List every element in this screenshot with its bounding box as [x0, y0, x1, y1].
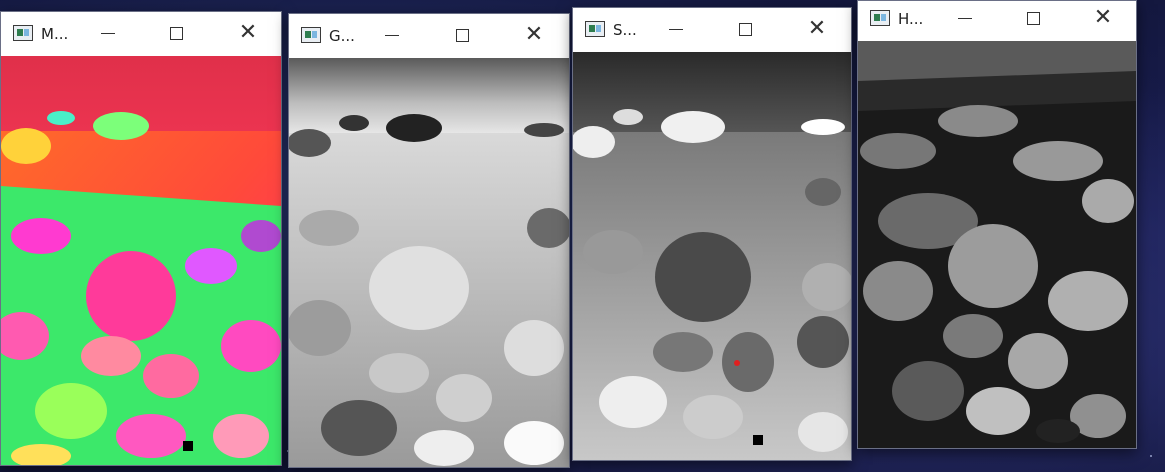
maximize-button[interactable]: [161, 20, 191, 46]
minimize-button[interactable]: [950, 5, 980, 31]
window-titlebar[interactable]: S... ✕: [573, 8, 851, 52]
image-window-hsv[interactable]: M... ✕: [0, 11, 282, 466]
maximize-icon: [1026, 11, 1040, 25]
image-canvas[interactable]: [289, 58, 569, 467]
image-window-hue[interactable]: H... ✕: [857, 0, 1137, 449]
saturation-image: [573, 52, 851, 460]
minimize-button[interactable]: [661, 16, 691, 42]
minimize-button[interactable]: [377, 22, 407, 48]
close-button[interactable]: ✕: [233, 20, 263, 46]
minimize-icon: [669, 28, 683, 30]
window-title: M...: [41, 25, 69, 43]
maximize-icon: [738, 22, 752, 36]
grayscale-image: [289, 58, 569, 467]
image-canvas[interactable]: [573, 52, 851, 460]
image-window-saturation[interactable]: S... ✕: [572, 7, 852, 461]
window-titlebar[interactable]: G... ✕: [289, 14, 569, 58]
close-icon: ✕: [1093, 5, 1113, 30]
close-button[interactable]: ✕: [802, 16, 832, 42]
image-canvas[interactable]: [858, 41, 1136, 448]
window-app-icon: [585, 21, 605, 37]
window-title: G...: [329, 27, 355, 45]
close-icon: ✕: [524, 22, 544, 47]
minimize-icon: [385, 34, 399, 36]
window-title: S...: [613, 21, 637, 39]
window-title: H...: [898, 10, 924, 28]
hsv-image: [1, 56, 281, 465]
maximize-button[interactable]: [730, 16, 760, 42]
minimize-button[interactable]: [93, 20, 123, 46]
maximize-icon: [455, 28, 469, 42]
image-canvas[interactable]: [1, 56, 281, 465]
close-button[interactable]: ✕: [1088, 5, 1118, 31]
close-icon: ✕: [807, 16, 827, 41]
window-app-icon: [870, 10, 890, 26]
window-titlebar[interactable]: H... ✕: [858, 1, 1136, 41]
maximize-button[interactable]: [447, 22, 477, 48]
close-button[interactable]: ✕: [519, 22, 549, 48]
image-window-gray[interactable]: G... ✕: [288, 13, 570, 468]
minimize-icon: [101, 32, 115, 34]
maximize-icon: [169, 26, 183, 40]
minimize-icon: [958, 17, 972, 19]
window-app-icon: [301, 27, 321, 43]
maximize-button[interactable]: [1018, 5, 1048, 31]
hue-image: [858, 41, 1136, 448]
star: [1150, 455, 1152, 457]
close-icon: ✕: [238, 20, 258, 45]
window-titlebar[interactable]: M... ✕: [1, 12, 281, 56]
window-app-icon: [13, 25, 33, 41]
